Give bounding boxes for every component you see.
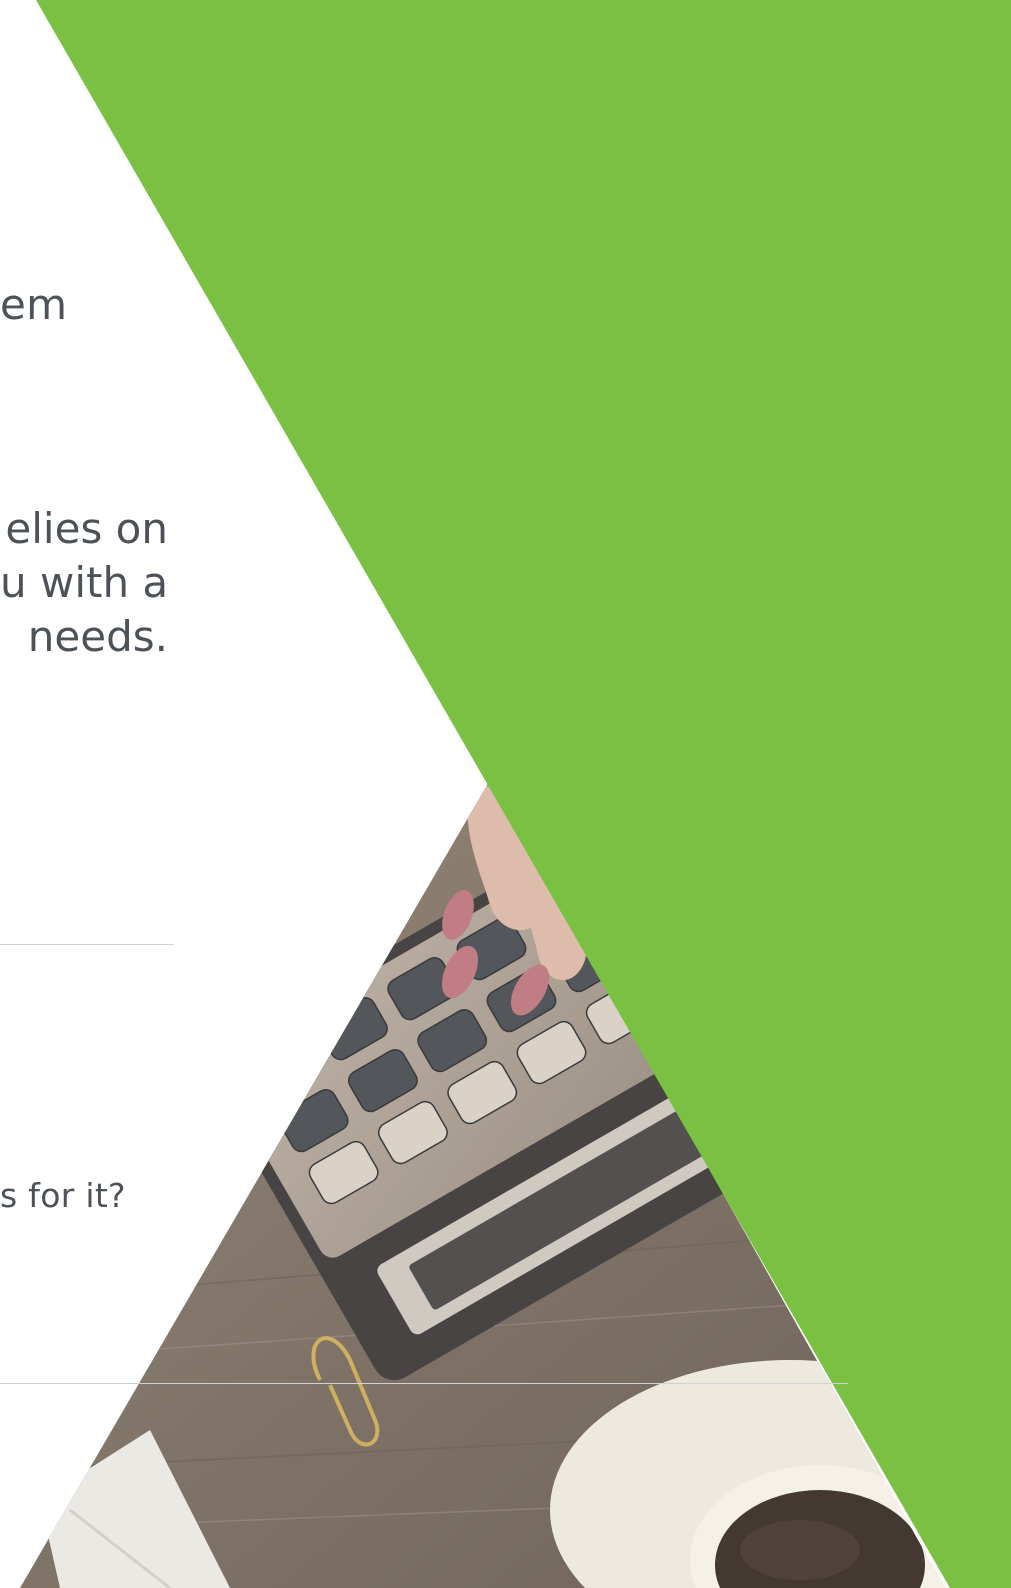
brand-green-shape <box>36 0 1011 1588</box>
divider <box>0 1383 848 1384</box>
page: em elies on u with a needs. s for it? <box>0 0 1011 1588</box>
